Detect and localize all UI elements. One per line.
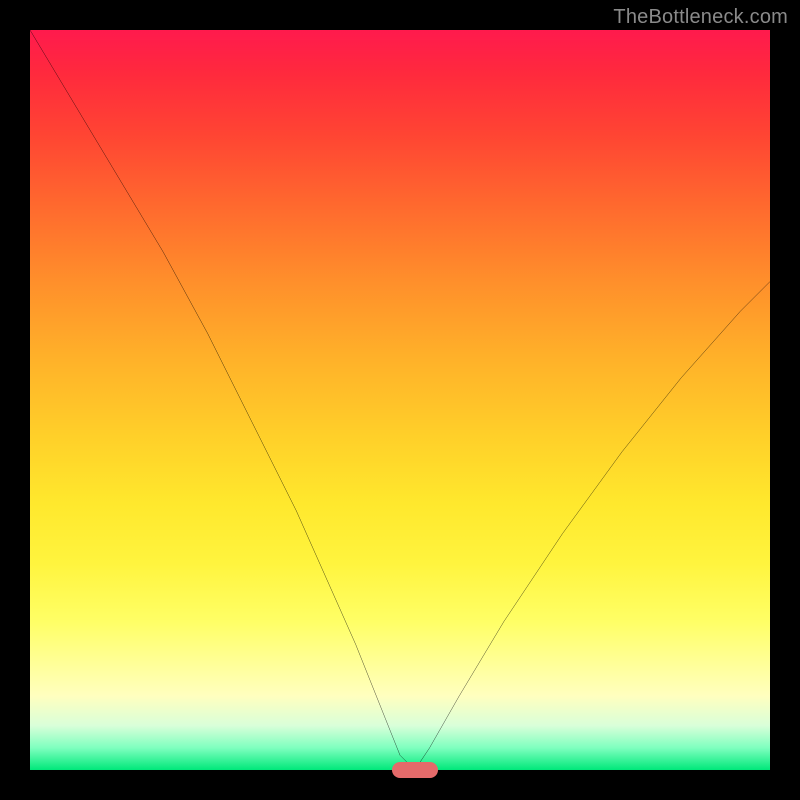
minimum-marker (392, 762, 438, 778)
watermark-text: TheBottleneck.com (613, 6, 788, 29)
bottleneck-curve (30, 30, 770, 770)
plot-area (30, 30, 770, 770)
curve-path (30, 30, 770, 770)
chart-container: TheBottleneck.com (0, 0, 800, 800)
